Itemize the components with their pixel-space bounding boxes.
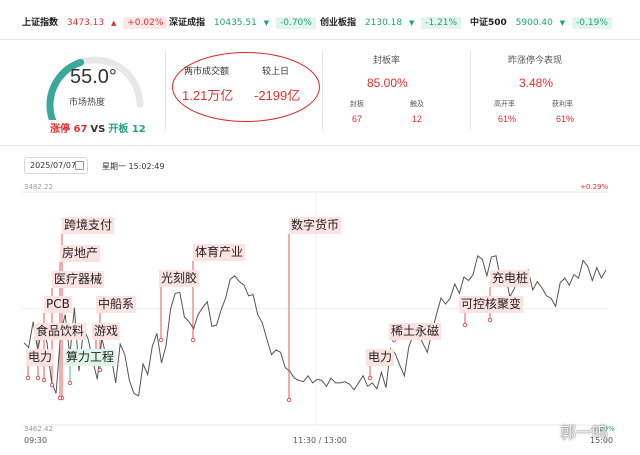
divider xyxy=(470,50,471,130)
sector-tag[interactable]: 算力工程 xyxy=(64,349,117,366)
high-open-value: 61% xyxy=(498,114,517,124)
date-picker[interactable]: 2025/07/07 xyxy=(24,157,88,174)
tag-marker xyxy=(97,367,103,373)
index-price: 10435.51 xyxy=(213,18,257,28)
high-open-label: 高开率 xyxy=(494,100,515,108)
touched-label: 触及 xyxy=(410,100,424,108)
tag-marker xyxy=(190,337,196,343)
tag-marker xyxy=(67,380,73,386)
index-price: 5900.40 xyxy=(515,18,553,28)
tag-marker xyxy=(49,382,55,388)
section-divider xyxy=(0,145,640,146)
index-change: +0.02% xyxy=(123,17,168,29)
arrow-up-icon: ▲ xyxy=(110,19,117,27)
index-item-szse[interactable]: 深证成指 10435.51 ▼ -0.70% xyxy=(169,15,316,29)
sector-tag[interactable]: 体育产业 xyxy=(193,244,246,261)
tag-marker xyxy=(35,375,41,381)
index-change: -0.70% xyxy=(275,17,316,29)
index-item-sse[interactable]: 上证指数 3473.13 ▲ +0.02% xyxy=(22,15,168,29)
sector-tag[interactable]: 充电桩 xyxy=(490,270,531,287)
turnover-diff-label: 较上日 xyxy=(262,67,290,77)
market-stats: 55.0° 市场热度 涨停 67 VS 开板 12 两市成交额 1.21万亿 较上日… xyxy=(0,40,640,145)
divider xyxy=(322,50,323,130)
sector-tag[interactable]: PCB xyxy=(44,296,72,313)
date-value: 2025/07/07 xyxy=(30,161,77,170)
profit-rate-label: 获利率 xyxy=(552,100,573,108)
heat-value: 55.0° xyxy=(70,66,117,88)
sector-tag[interactable]: 食品饮料 xyxy=(34,323,87,340)
yesterday-limit-value: 3.48% xyxy=(519,76,554,90)
index-name: 创业板指 xyxy=(320,18,357,28)
sector-tag[interactable]: 医疗器械 xyxy=(52,271,105,288)
tag-marker xyxy=(57,395,63,401)
sector-tag[interactable]: 数字货币 xyxy=(289,217,342,234)
index-name: 上证指数 xyxy=(22,18,59,28)
tag-marker xyxy=(158,337,164,343)
index-price: 2130.18 xyxy=(364,18,403,28)
divider xyxy=(165,50,166,130)
calendar-icon xyxy=(75,161,84,170)
index-change: -0.19% xyxy=(572,17,612,29)
index-item-csi500[interactable]: 中证500 5900.40 ▼ -0.19% xyxy=(470,15,612,29)
sector-tag[interactable]: 跨境支付 xyxy=(62,217,115,234)
heat-gauge: 55.0° 市场热度 涨停 67 VS 开板 12 xyxy=(30,40,170,145)
sealed-value: 67 xyxy=(352,114,363,124)
sector-tag[interactable]: 电力 xyxy=(26,349,55,366)
touched-value: 12 xyxy=(412,114,423,124)
tag-marker xyxy=(286,397,292,403)
index-bar: 上证指数 3473.13 ▲ +0.02% 深证成指 10435.51 ▼ -0… xyxy=(0,0,640,40)
tag-marker xyxy=(462,322,468,328)
timestamp: 星期一 15:02:49 xyxy=(102,162,165,171)
board-open-count: 开板 12 xyxy=(108,124,146,135)
yesterday-limit-label: 昨涨停今表现 xyxy=(508,56,563,66)
sector-tag[interactable]: 电力 xyxy=(366,349,395,366)
index-item-chinext[interactable]: 创业板指 2130.18 ▼ -1.21% xyxy=(320,15,462,29)
turnover-value: 1.21万亿 xyxy=(182,88,234,103)
index-price: 3473.13 xyxy=(66,18,105,28)
seal-rate-value: 85.00% xyxy=(367,76,408,90)
profit-rate-value: 61% xyxy=(556,114,575,124)
heat-label: 市场热度 xyxy=(69,98,106,108)
arrow-down-icon: ▼ xyxy=(559,19,566,27)
arrow-down-icon: ▼ xyxy=(408,19,415,27)
sector-tag[interactable]: 稀土永磁 xyxy=(389,323,442,340)
index-change: -1.21% xyxy=(421,17,462,29)
pct-max-label: +0.29% xyxy=(580,183,609,191)
tag-marker xyxy=(487,317,493,323)
limit-summary: 涨停 67 VS 开板 12 xyxy=(50,120,146,135)
sector-tag[interactable]: 游戏 xyxy=(92,323,121,340)
sector-tag[interactable]: 可控核聚变 xyxy=(459,296,524,313)
arrow-down-icon: ▼ xyxy=(263,19,270,27)
y-min-label: 3462.42 xyxy=(24,425,53,433)
index-name: 中证500 xyxy=(470,18,507,28)
tag-marker xyxy=(367,375,373,381)
sealed-label: 封板 xyxy=(350,100,364,108)
seal-rate-label: 封板率 xyxy=(373,56,401,66)
y-max-label: 3482.22 xyxy=(24,183,53,191)
sector-tag[interactable]: 中船系 xyxy=(96,296,137,313)
limit-up-count: 涨停 67 xyxy=(50,124,88,135)
turnover-diff-value: -2199亿 xyxy=(254,88,301,103)
vs-label: VS xyxy=(90,124,106,135)
turnover-label: 两市成交额 xyxy=(184,67,230,77)
watermark: 郭一鸣 xyxy=(560,423,609,442)
sector-tag[interactable]: 光刻胶 xyxy=(159,270,200,287)
x-tick-open: 09:30 xyxy=(24,436,48,445)
sector-tag[interactable]: 房地产 xyxy=(60,245,101,262)
index-name: 深证成指 xyxy=(169,18,206,28)
tag-marker xyxy=(41,377,47,383)
x-tick-midday: 11:30 / 13:00 xyxy=(293,436,347,445)
volume-summary: 两市成交额 1.21万亿 较上日 -2199亿 xyxy=(172,52,320,122)
tag-marker xyxy=(25,375,31,381)
